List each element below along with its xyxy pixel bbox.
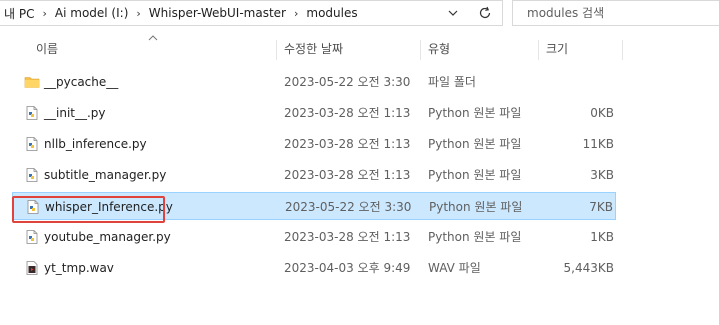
file-row[interactable]: __pycache__ 2023-05-22 오전 3:30 파일 폴더: [12, 68, 616, 96]
file-size: 7KB: [589, 200, 613, 214]
file-row[interactable]: subtitle_manager.py 2023-03-28 오전 1:13 Pyt…: [12, 161, 616, 189]
chevron-right-icon[interactable]: ›: [38, 7, 50, 20]
address-bar[interactable]: 내 PC › Ai model (I:) › Whisper-WebUI-mas…: [0, 0, 503, 26]
chevron-right-icon[interactable]: ›: [290, 7, 302, 20]
python-file-icon: [24, 105, 40, 121]
address-history-dropdown-icon[interactable]: [446, 5, 460, 21]
column-divider[interactable]: [622, 40, 623, 60]
column-divider[interactable]: [420, 40, 421, 60]
breadcrumb-this-pc[interactable]: 내 PC: [0, 5, 38, 22]
breadcrumb-drive[interactable]: Ai model (I:): [51, 6, 132, 20]
search-box[interactable]: [512, 0, 719, 26]
chevron-right-icon[interactable]: ›: [132, 7, 144, 20]
file-date-modified: 2023-05-22 오전 3:30: [284, 75, 411, 89]
file-name: yt_tmp.wav: [44, 261, 114, 275]
file-size: 1KB: [590, 230, 614, 244]
refresh-icon[interactable]: [474, 3, 496, 23]
column-date[interactable]: 수정한 날짜: [284, 36, 343, 62]
file-row[interactable]: yt_tmp.wav 2023-04-03 오후 9:49 WAV 파일 5,443K…: [12, 254, 616, 282]
file-size: 5,443KB: [563, 261, 614, 275]
file-type: Python 원본 파일: [428, 230, 522, 244]
file-date-modified: 2023-03-28 오전 1:13: [284, 137, 411, 151]
column-divider[interactable]: [276, 40, 277, 60]
highlight-annotation: [12, 196, 165, 223]
sort-ascending-icon: [148, 34, 158, 44]
column-type[interactable]: 유형: [428, 36, 450, 62]
file-date-modified: 2023-05-22 오전 3:30: [285, 200, 412, 214]
column-name[interactable]: 이름: [36, 36, 58, 62]
file-date-modified: 2023-03-28 오전 1:13: [284, 168, 411, 182]
breadcrumb-project[interactable]: Whisper-WebUI-master: [145, 6, 290, 20]
file-size: 3KB: [590, 168, 614, 182]
search-input[interactable]: [527, 5, 707, 21]
folder-icon: [24, 74, 40, 90]
file-date-modified: 2023-04-03 오후 9:49: [284, 261, 411, 275]
column-header: 이름 수정한 날짜 유형 크기: [0, 34, 719, 62]
file-date-modified: 2023-03-28 오전 1:13: [284, 230, 411, 244]
file-size: 11KB: [582, 137, 614, 151]
file-size: 0KB: [590, 106, 614, 120]
python-file-icon: [24, 167, 40, 183]
file-name: __init__.py: [44, 106, 106, 120]
file-type: Python 원본 파일: [428, 106, 522, 120]
file-name: youtube_manager.py: [44, 230, 171, 244]
file-type: Python 원본 파일: [428, 137, 522, 151]
column-size[interactable]: 크기: [546, 36, 568, 62]
file-name: __pycache__: [44, 75, 119, 89]
file-name: nllb_inference.py: [44, 137, 147, 151]
python-file-icon: [24, 136, 40, 152]
file-row[interactable]: youtube_manager.py 2023-03-28 오전 1:13 Pyth…: [12, 223, 616, 251]
file-name: subtitle_manager.py: [44, 168, 167, 182]
breadcrumb: 내 PC › Ai model (I:) › Whisper-WebUI-mas…: [0, 4, 362, 22]
file-date-modified: 2023-03-28 오전 1:13: [284, 106, 411, 120]
breadcrumb-modules[interactable]: modules: [302, 6, 361, 20]
python-file-icon: [24, 229, 40, 245]
file-type: WAV 파일: [428, 261, 481, 275]
file-row[interactable]: nllb_inference.py 2023-03-28 오전 1:13 Pytho…: [12, 130, 616, 158]
file-type: Python 원본 파일: [428, 168, 522, 182]
file-type: 파일 폴더: [428, 75, 476, 89]
file-type: Python 원본 파일: [429, 200, 523, 214]
column-divider[interactable]: [538, 40, 539, 60]
audio-file-icon: [24, 260, 40, 276]
file-row[interactable]: __init__.py 2023-03-28 오전 1:13 Python 원본 파…: [12, 99, 616, 127]
